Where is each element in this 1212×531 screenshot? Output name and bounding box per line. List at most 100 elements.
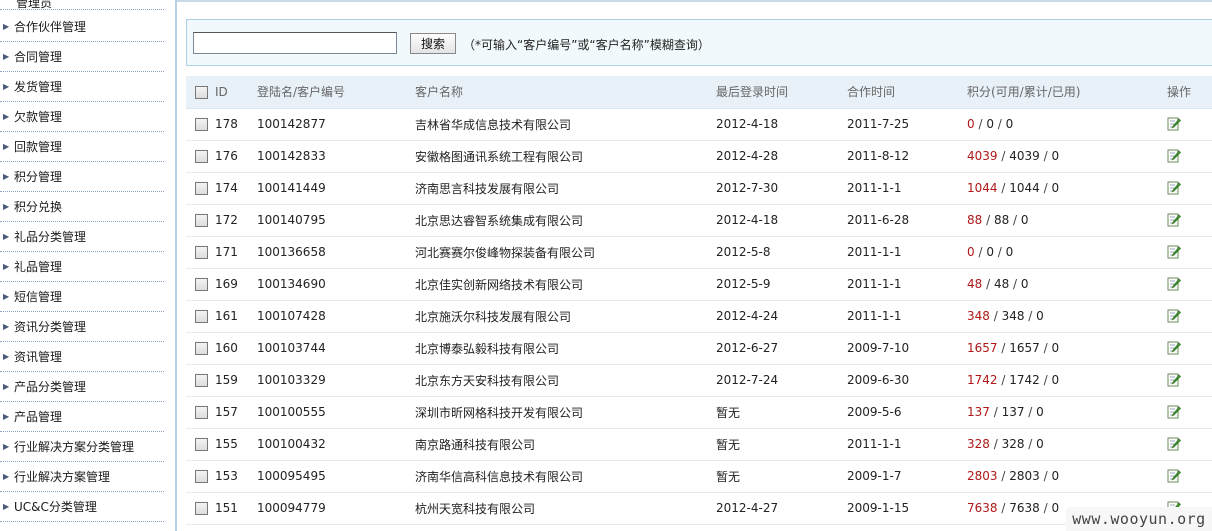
points-total: 4039 bbox=[1009, 149, 1040, 163]
edit-icon[interactable] bbox=[1167, 213, 1181, 227]
sidebar-item[interactable]: ▶ 欠款管理 bbox=[0, 102, 164, 132]
edit-icon[interactable] bbox=[1167, 437, 1181, 451]
edit-icon[interactable] bbox=[1167, 181, 1181, 195]
sidebar-item[interactable]: ▶ 合同管理 bbox=[0, 42, 164, 72]
sidebar-item[interactable]: ▶ 回款管理 bbox=[0, 132, 164, 162]
cell-ops bbox=[1167, 268, 1212, 301]
sidebar-item-partial[interactable]: 管理员 bbox=[0, 0, 164, 10]
row-checkbox[interactable] bbox=[195, 118, 208, 131]
sidebar-item[interactable]: ▶ 礼品分类管理 bbox=[0, 222, 164, 252]
cell-points: 1044 / 1044 / 0 bbox=[967, 172, 1167, 205]
sidebar-item-label: UC&C分类管理 bbox=[14, 500, 97, 514]
row-checkbox[interactable] bbox=[195, 182, 208, 195]
points-available: 2803 bbox=[967, 469, 998, 483]
sidebar-item[interactable]: ▶ 积分兑换 bbox=[0, 192, 164, 222]
cell-name: 杭州天宽科技有限公司 bbox=[415, 492, 716, 525]
sidebar-item-label: 合作伙伴管理 bbox=[14, 20, 87, 34]
points-used: 0 bbox=[1036, 405, 1044, 419]
cell-id: 169 bbox=[215, 268, 257, 301]
row-checkbox[interactable] bbox=[195, 246, 208, 259]
row-checkbox[interactable] bbox=[195, 374, 208, 387]
cell-name: 南京路通科技有限公司 bbox=[415, 428, 716, 461]
cell-last-login: 2012-7-30 bbox=[716, 172, 847, 205]
sidebar-item[interactable]: ▶ 行业解决方案分类管理 bbox=[0, 432, 164, 462]
triangle-right-icon: ▶ bbox=[3, 51, 10, 61]
edit-icon[interactable] bbox=[1167, 245, 1181, 259]
triangle-right-icon: ▶ bbox=[3, 141, 10, 151]
points-available: 48 bbox=[967, 277, 983, 291]
row-checkbox[interactable] bbox=[195, 150, 208, 163]
sidebar-item[interactable]: ▶ 发货管理 bbox=[0, 72, 164, 102]
cell-login: 100136658 bbox=[257, 236, 415, 269]
points-total: 7638 bbox=[1009, 501, 1040, 515]
row-checkbox[interactable] bbox=[195, 342, 208, 355]
edit-icon[interactable] bbox=[1167, 149, 1181, 163]
points-separator: / bbox=[1024, 437, 1037, 451]
sidebar-item[interactable]: ▶ 合作伙伴管理 bbox=[0, 12, 164, 42]
header-last-login: 最后登录时间 bbox=[716, 76, 847, 109]
row-checkbox[interactable] bbox=[195, 438, 208, 451]
cell-name: 北京东方天安科技有限公司 bbox=[415, 364, 716, 397]
sidebar-item[interactable]: ▶ UC&C分类管理 bbox=[0, 492, 164, 522]
edit-icon[interactable] bbox=[1167, 341, 1181, 355]
watermark: www.wooyun.org bbox=[1066, 507, 1212, 531]
points-available: 88 bbox=[967, 213, 983, 227]
sidebar-item[interactable]: ▶ 资讯管理 bbox=[0, 342, 164, 372]
row-checkbox[interactable] bbox=[195, 278, 208, 291]
sidebar-item[interactable]: ▶ 积分管理 bbox=[0, 162, 164, 192]
cell-name: 济南思言科技发展有限公司 bbox=[415, 172, 716, 205]
cell-name: 北京思达睿智系统集成有限公司 bbox=[415, 204, 716, 237]
cell-coop-time: 2011-8-12 bbox=[847, 140, 967, 173]
row-checkbox[interactable] bbox=[195, 502, 208, 515]
sidebar-item[interactable]: ▶ 短信管理 bbox=[0, 282, 164, 312]
points-separator: / bbox=[989, 405, 1002, 419]
search-button[interactable]: 搜索 bbox=[410, 33, 456, 54]
points-total: 137 bbox=[1001, 405, 1025, 419]
sidebar-item[interactable]: ▶ 资讯分类管理 bbox=[0, 312, 164, 342]
table-row: 172 100140795 北京思达睿智系统集成有限公司 2012-4-18 2011-… bbox=[186, 204, 1212, 237]
triangle-right-icon: ▶ bbox=[3, 111, 10, 121]
points-separator: / bbox=[993, 245, 1006, 259]
row-checkbox-cell bbox=[186, 396, 215, 429]
sidebar-item[interactable]: ▶ 礼品管理 bbox=[0, 252, 164, 282]
cell-id: 161 bbox=[215, 300, 257, 333]
row-checkbox-cell bbox=[186, 300, 215, 333]
row-checkbox[interactable] bbox=[195, 470, 208, 483]
row-checkbox[interactable] bbox=[195, 406, 208, 419]
edit-icon[interactable] bbox=[1167, 373, 1181, 387]
points-available: 328 bbox=[967, 437, 990, 451]
edit-icon[interactable] bbox=[1167, 117, 1181, 131]
edit-icon[interactable] bbox=[1167, 277, 1181, 291]
edit-icon[interactable] bbox=[1167, 309, 1181, 323]
points-used: 0 bbox=[1005, 245, 1014, 259]
cell-points: 137 / 137 / 0 bbox=[967, 396, 1167, 429]
row-checkbox[interactable] bbox=[195, 214, 208, 227]
cell-last-login: 2012-6-27 bbox=[716, 332, 847, 365]
triangle-right-icon: ▶ bbox=[3, 321, 10, 331]
cell-id: 172 bbox=[215, 204, 257, 237]
sidebar-item[interactable]: ▶ 产品管理 bbox=[0, 402, 164, 432]
row-checkbox[interactable] bbox=[195, 310, 208, 323]
points-used: 0 bbox=[1051, 373, 1060, 387]
cell-id: 171 bbox=[215, 236, 257, 269]
cell-ops bbox=[1167, 332, 1212, 365]
sidebar-item-label: 产品分类管理 bbox=[14, 380, 87, 394]
points-separator: / bbox=[1039, 469, 1052, 483]
cell-last-login: 暂无 bbox=[716, 460, 847, 493]
sidebar-item[interactable]: ▶ 产品分类管理 bbox=[0, 372, 164, 402]
sidebar-item-label: 管理员 bbox=[16, 0, 53, 10]
select-all-checkbox[interactable] bbox=[195, 85, 208, 99]
sidebar-item-label: 积分管理 bbox=[14, 170, 63, 184]
header-coop-time: 合作时间 bbox=[847, 76, 967, 109]
points-separator: / bbox=[989, 437, 1002, 451]
search-input[interactable] bbox=[193, 32, 397, 54]
cell-ops bbox=[1167, 172, 1212, 205]
points-separator: / bbox=[997, 373, 1010, 387]
points-total: 348 bbox=[1001, 309, 1025, 323]
points-available: 7638 bbox=[967, 501, 998, 515]
edit-icon[interactable] bbox=[1167, 405, 1181, 419]
points-separator: / bbox=[982, 277, 994, 291]
edit-icon[interactable] bbox=[1167, 469, 1181, 483]
row-checkbox-cell bbox=[186, 108, 215, 141]
sidebar-item[interactable]: ▶ 行业解决方案管理 bbox=[0, 462, 164, 492]
